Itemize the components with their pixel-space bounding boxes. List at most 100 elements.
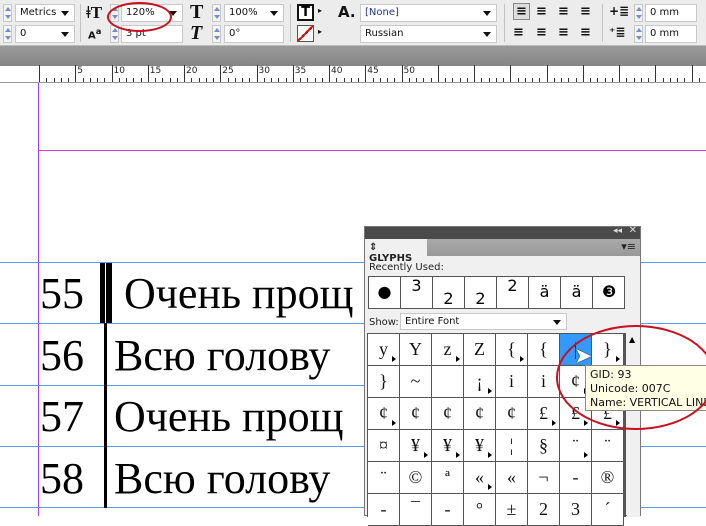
glyph-cell[interactable]: ¯ [400, 494, 432, 526]
left-indent-stepper[interactable] [634, 4, 643, 22]
close-icon[interactable]: ✕ [629, 225, 637, 236]
glyph-cell[interactable]: y [368, 334, 400, 366]
panel-titlebar[interactable]: ◂◂ ✕ [365, 225, 640, 239]
glyph-cell[interactable]: © [400, 462, 432, 494]
glyph-cell[interactable]: ~ [400, 366, 432, 398]
horizontal-scale-stepper[interactable] [212, 4, 221, 22]
glyph-cell[interactable]: 3 [560, 494, 592, 526]
document-text-line[interactable]: Всю голову [114, 333, 330, 378]
ruler-tick [169, 78, 171, 82]
glyph-cell[interactable]: { [496, 334, 528, 366]
glyph-cell[interactable]: ¡ [464, 366, 496, 398]
skew-stepper[interactable] [212, 25, 221, 43]
glyph-cell[interactable]: « [464, 462, 496, 494]
show-dropdown[interactable]: Entire Font [400, 313, 567, 330]
justify-all-button[interactable]: ≡ [580, 25, 591, 40]
kerning-stepper[interactable] [3, 4, 12, 22]
document-text-line[interactable]: Всю голову [114, 456, 330, 501]
glyph-cell[interactable]: ¥ [432, 430, 464, 462]
panel-tabstrip: ⇕ GLYPHS ▾≡ [365, 239, 640, 264]
align-right-button[interactable]: ≡ [558, 4, 569, 19]
recent-glyph[interactable]: 2 [465, 277, 497, 309]
glyph-cell[interactable]: « [496, 462, 528, 494]
align-towards-spine-button[interactable]: ≡ [580, 4, 591, 19]
align-left-button[interactable]: ≡ [513, 3, 530, 20]
glyph-cell[interactable]: ¦ [496, 430, 528, 462]
justify-left-button[interactable]: ≡ [513, 25, 524, 40]
recent-glyph[interactable]: 2 [497, 277, 529, 309]
skew-field[interactable]: 0° [224, 25, 284, 43]
left-indent-field[interactable]: 0 mm [645, 4, 697, 22]
glyph-cell[interactable]: ¢ [368, 398, 400, 430]
ruler-tick [452, 78, 454, 82]
glyph-cell[interactable] [432, 366, 464, 398]
glyph-cell[interactable]: ¨ [560, 430, 592, 462]
first-line-indent-stepper[interactable] [634, 25, 643, 43]
tab-glyphs[interactable]: ⇕ GLYPHS [365, 239, 427, 264]
glyph-cell[interactable]: } [368, 366, 400, 398]
glyph-cell[interactable]: ± [496, 494, 528, 526]
glyph-cell[interactable]: 2 [528, 494, 560, 526]
glyph-cell[interactable]: ¢ [432, 398, 464, 430]
glyph-cell[interactable]: ¢ [464, 398, 496, 430]
horizontal-scale-field[interactable]: 100% [224, 4, 284, 22]
glyph-cell[interactable]: ¢ [400, 398, 432, 430]
glyph-cell[interactable]: ¢ [496, 398, 528, 430]
divider [602, 4, 603, 42]
glyph-cell[interactable]: ¤ [368, 430, 400, 462]
glyph-cell[interactable]: i [496, 366, 528, 398]
ruler-tick [633, 78, 635, 82]
language-dropdown[interactable]: Russian [360, 25, 497, 43]
tracking-field[interactable]: 0 [15, 25, 75, 43]
glyph-cell[interactable]: ´ [592, 494, 624, 526]
glyph-cell[interactable]: i [528, 366, 560, 398]
glyph-cell[interactable]: ¨ [592, 430, 624, 462]
fill-menu-arrow-icon[interactable]: ▸ [318, 6, 322, 15]
ruler-tick [140, 78, 142, 82]
character-style-dropdown[interactable]: [None] [360, 4, 497, 22]
glyph-cell[interactable]: ¨ [368, 462, 400, 494]
stroke-none-swatch[interactable] [297, 25, 314, 42]
line-number: 55 [40, 269, 84, 318]
glyph-cell[interactable]: Y [400, 334, 432, 366]
collapse-icon[interactable]: ◂◂ [613, 226, 622, 236]
first-line-indent-field[interactable]: 0 mm [645, 25, 697, 43]
recent-glyph[interactable]: ä [561, 277, 593, 309]
tracking-stepper[interactable] [3, 25, 12, 43]
glyph-cell[interactable]: ¥ [464, 430, 496, 462]
recent-glyph[interactable]: ❸ [593, 277, 625, 309]
panel-menu-icon[interactable]: ▾≡ [621, 240, 636, 253]
glyph-cell[interactable]: - [560, 462, 592, 494]
glyph-cell[interactable]: £ [528, 398, 560, 430]
glyph-cell[interactable]: - [368, 494, 400, 526]
fill-text-swatch[interactable]: T [297, 4, 314, 21]
document-text-line[interactable]: Очень прощ [114, 395, 343, 439]
line-number: 58 [40, 453, 84, 503]
glyph-cell[interactable]: ¥ [400, 430, 432, 462]
glyph-cell[interactable]: ª [432, 462, 464, 494]
recent-glyph[interactable]: 2 [433, 277, 465, 309]
annotation-ellipse [107, 2, 172, 32]
kerning-field[interactable]: Metrics [15, 4, 75, 22]
stroke-menu-arrow-icon[interactable]: ▸ [318, 27, 322, 36]
glyph-cell[interactable]: Z [464, 334, 496, 366]
ruler-label: 35 [294, 66, 307, 76]
recent-glyph[interactable]: 3 [401, 277, 433, 309]
glyph-cell[interactable]: ¬ [528, 462, 560, 494]
justify-right-button[interactable]: ≡ [558, 25, 569, 40]
glyph-cell[interactable]: ® [592, 462, 624, 494]
recent-glyph[interactable]: ● [369, 277, 401, 309]
glyph-cell[interactable]: § [528, 430, 560, 462]
justify-center-button[interactable]: ≡ [536, 25, 547, 40]
recent-glyph[interactable]: ä [529, 277, 561, 309]
align-center-button[interactable]: ≡ [536, 4, 547, 19]
glyph-cell[interactable]: z [432, 334, 464, 366]
glyph-cell[interactable]: { [528, 334, 560, 366]
glyph-cell[interactable]: - [432, 494, 464, 526]
ruler-tick [430, 78, 432, 82]
document-text-line[interactable]: Очень прощ [124, 272, 353, 316]
ruler-tick [321, 78, 323, 82]
ruler-tick [358, 78, 359, 82]
glyph-cell[interactable]: ° [464, 494, 496, 526]
horizontal-ruler[interactable]: 5 10 15 20 25 30 35 40 45 50 [0, 65, 706, 83]
